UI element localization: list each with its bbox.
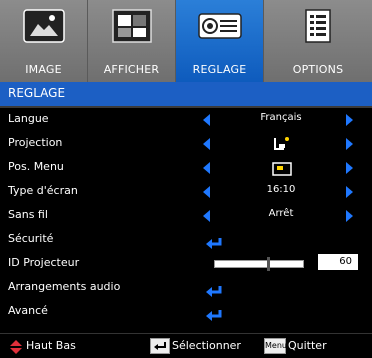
row-label: Projection	[8, 136, 63, 149]
quit-hint: Quitter	[288, 339, 327, 352]
row-value: Français	[260, 112, 302, 123]
section-title-bar: REGLAGE	[0, 82, 372, 106]
enter-key-icon	[150, 338, 170, 354]
arrow-left-icon[interactable]	[203, 210, 210, 222]
row-value: Arrêt	[268, 208, 294, 219]
projection-front-icon	[273, 136, 291, 156]
projector-osd-menu: IMAGE AFFICHER REGLAGE OPTIONS REGLAGE L…	[0, 0, 372, 358]
tab-label: IMAGE	[25, 63, 62, 76]
row-label: Sécurité	[8, 232, 54, 245]
enter-icon[interactable]	[205, 306, 223, 325]
footer-help-bar: Haut Bas Sélectionner Menu Quitter	[0, 333, 372, 358]
row-value: 16:10	[266, 184, 296, 195]
menu-row-sans-fil[interactable]: Sans fil Arrêt	[0, 204, 372, 228]
menu-tabs: IMAGE AFFICHER REGLAGE OPTIONS	[0, 0, 372, 82]
arrow-left-icon[interactable]	[203, 138, 210, 150]
enter-icon[interactable]	[205, 234, 223, 253]
menu-row-avance[interactable]: Avancé	[0, 300, 372, 324]
arrow-left-icon[interactable]	[203, 114, 210, 126]
tab-label: REGLAGE	[192, 63, 247, 76]
settings-list: Langue Français Projection Pos. Menu Typ…	[0, 108, 372, 333]
tab-afficher[interactable]: AFFICHER	[88, 0, 176, 82]
row-label: ID Projecteur	[8, 256, 80, 269]
arrow-left-icon[interactable]	[203, 186, 210, 198]
arrow-right-icon[interactable]	[346, 210, 353, 222]
row-label: Sans fil	[8, 208, 48, 221]
projector-icon	[195, 8, 245, 48]
menu-row-securite[interactable]: Sécurité	[0, 228, 372, 252]
select-hint: Sélectionner	[172, 339, 241, 352]
menu-row-projection[interactable]: Projection	[0, 132, 372, 156]
row-label: Langue	[8, 112, 49, 125]
row-label: Pos. Menu	[8, 160, 64, 173]
menu-row-arrangements-audio[interactable]: Arrangements audio	[0, 276, 372, 300]
section-title: REGLAGE	[8, 86, 66, 100]
menu-row-langue[interactable]: Langue Français	[0, 108, 372, 132]
nav-hint: Haut Bas	[26, 339, 76, 352]
id-value-box: 60	[318, 254, 358, 270]
arrow-right-icon[interactable]	[346, 138, 353, 150]
display-icon	[110, 8, 154, 48]
arrow-right-icon[interactable]	[346, 162, 353, 174]
row-label: Type d'écran	[8, 184, 78, 197]
arrow-right-icon[interactable]	[346, 186, 353, 198]
menu-position-icon	[272, 161, 292, 180]
options-icon	[303, 8, 333, 48]
menu-key-icon: Menu	[264, 338, 287, 354]
tab-label: OPTIONS	[292, 63, 344, 76]
arrow-right-icon[interactable]	[346, 114, 353, 126]
id-slider[interactable]	[214, 257, 304, 271]
tab-reglage[interactable]: REGLAGE	[176, 0, 264, 82]
menu-row-id-projecteur[interactable]: ID Projecteur 60	[0, 252, 372, 276]
row-label: Arrangements audio	[8, 280, 121, 293]
up-down-icon	[10, 339, 22, 358]
image-icon	[22, 8, 66, 48]
tab-label: AFFICHER	[103, 63, 160, 76]
menu-row-pos-menu[interactable]: Pos. Menu	[0, 156, 372, 180]
slider-handle[interactable]	[267, 257, 270, 271]
enter-icon[interactable]	[205, 282, 223, 301]
tab-options[interactable]: OPTIONS	[264, 0, 372, 82]
arrow-left-icon[interactable]	[203, 162, 210, 174]
tab-image[interactable]: IMAGE	[0, 0, 88, 82]
menu-row-type-ecran[interactable]: Type d'écran 16:10	[0, 180, 372, 204]
row-label: Avancé	[8, 304, 48, 317]
